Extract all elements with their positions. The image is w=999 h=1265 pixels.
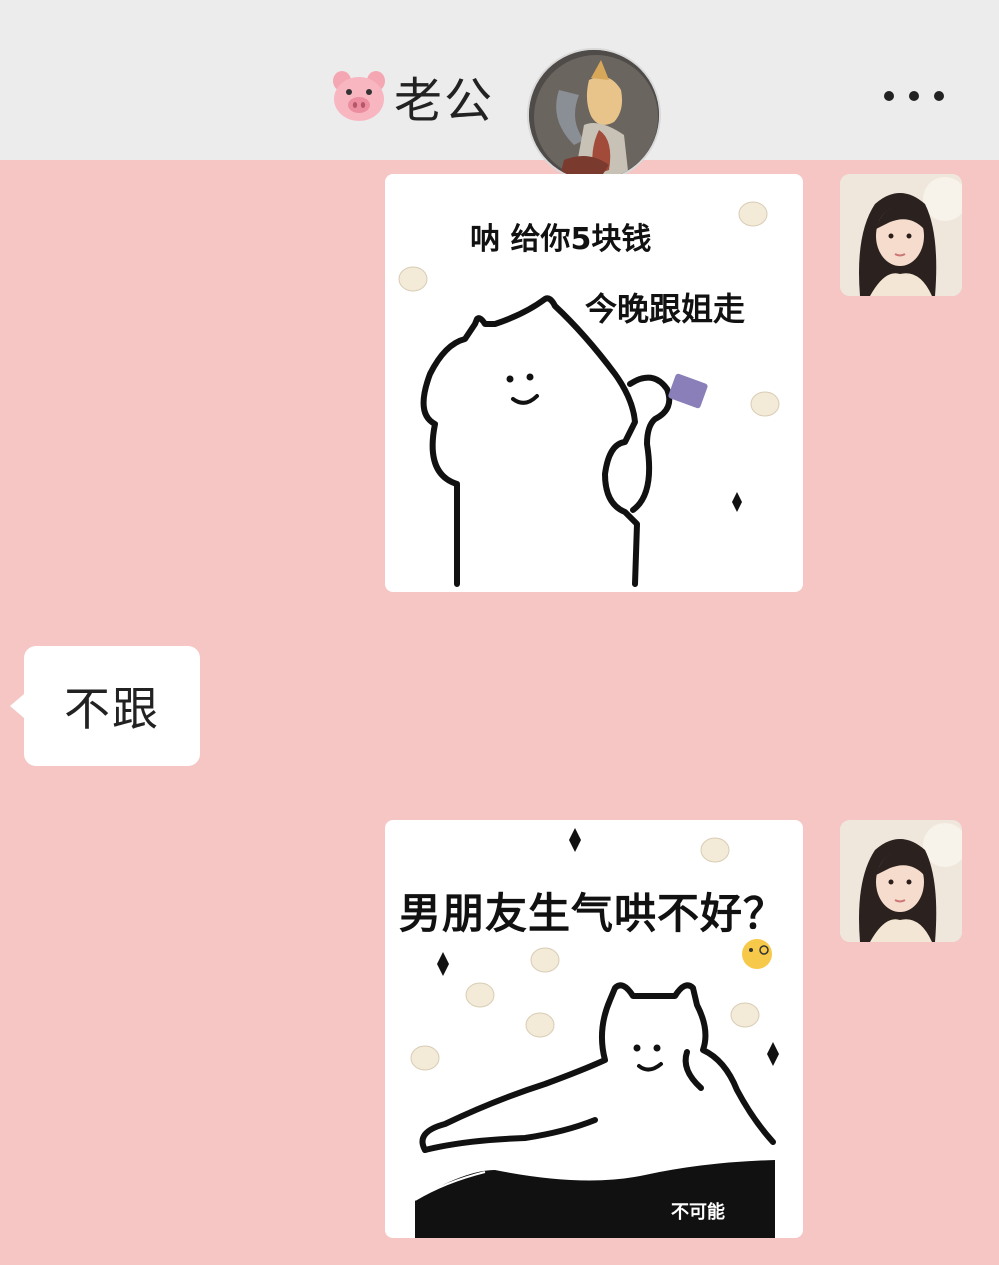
- sticker-caption: 不可能: [671, 1202, 725, 1223]
- my-avatar[interactable]: [840, 174, 962, 296]
- pig-face-icon: [330, 67, 388, 125]
- chat-title: 老公: [394, 73, 495, 129]
- sticker-caption: 今晚跟姐走: [585, 290, 746, 328]
- my-avatar[interactable]: [840, 820, 962, 942]
- sticker-message[interactable]: 男朋友生气哄不好？ 不可能: [385, 820, 803, 1238]
- chat-title-group[interactable]: 老公: [330, 64, 495, 129]
- message-text: 不跟: [64, 682, 160, 736]
- contact-avatar[interactable]: [527, 48, 661, 182]
- more-dot-icon: [909, 91, 919, 101]
- sticker-message[interactable]: 呐 给你5块钱 今晚跟姐走: [385, 174, 803, 592]
- more-dot-icon: [884, 91, 894, 101]
- more-options-button[interactable]: [884, 84, 944, 108]
- more-dot-icon: [934, 91, 944, 101]
- incoming-message-bubble[interactable]: 不跟: [10, 646, 200, 766]
- chat-header: 老公: [0, 0, 999, 182]
- sticker-caption: 男朋友生气哄不好？: [399, 889, 787, 938]
- sticker-caption: 呐 给你5块钱: [470, 222, 652, 257]
